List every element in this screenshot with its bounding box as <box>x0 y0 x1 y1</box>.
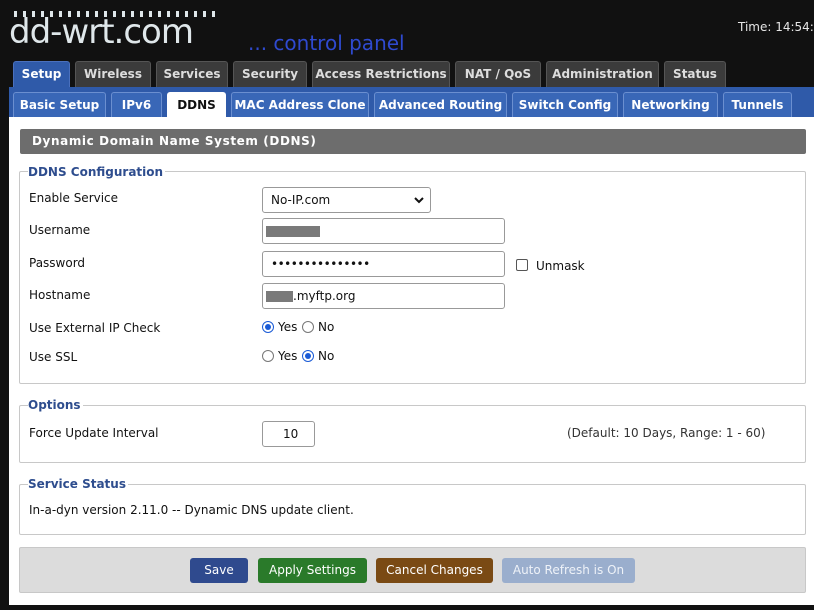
tab-administration[interactable]: Administration <box>546 61 659 88</box>
password-input[interactable]: ••••••••••••••• <box>262 251 505 277</box>
use-ssl-no-label: No <box>318 349 335 363</box>
enable-service-label: Enable Service <box>29 191 119 205</box>
subtab-basic-setup[interactable]: Basic Setup <box>13 92 106 117</box>
page-title: Dynamic Domain Name System (DDNS) <box>20 129 806 154</box>
use-ssl-label: Use SSL <box>29 350 78 364</box>
tab-setup[interactable]: Setup <box>13 61 70 88</box>
tab-wireless[interactable]: Wireless <box>75 61 151 88</box>
external-ip-yes-radio[interactable]: Yes <box>262 320 297 334</box>
username-redacted <box>266 226 320 237</box>
force-update-label: Force Update Interval <box>29 426 159 440</box>
hostname-input[interactable]: .myftp.org <box>262 283 505 309</box>
tab-nat-qos[interactable]: NAT / QoS <box>455 61 541 88</box>
service-status-legend: Service Status <box>28 477 128 491</box>
radio-unselected-icon[interactable] <box>262 350 274 362</box>
tab-security[interactable]: Security <box>233 61 307 88</box>
force-update-hint: (Default: 10 Days, Range: 1 - 60) <box>567 426 766 440</box>
apply-settings-button[interactable]: Apply Settings <box>258 558 367 583</box>
username-input[interactable] <box>262 218 505 244</box>
radio-selected-icon[interactable] <box>262 321 274 333</box>
subtab-switch-config[interactable]: Switch Config <box>512 92 618 117</box>
subtab-ipv6[interactable]: IPv6 <box>111 92 162 117</box>
chevron-down-icon <box>414 196 424 203</box>
header: dd-wrt.com ... control panel Time: 14:54… <box>0 0 814 62</box>
external-ip-no-radio[interactable]: No <box>302 320 334 334</box>
subtab-ddns[interactable]: DDNS <box>167 92 226 117</box>
hostname-redacted <box>266 291 293 302</box>
service-status-text: In-a-dyn version 2.11.0 -- Dynamic DNS u… <box>29 503 354 517</box>
enable-service-select[interactable]: No-IP.com <box>262 187 431 213</box>
external-ip-no-label: No <box>318 320 335 334</box>
time-display: Time: 14:54:3 <box>738 20 814 34</box>
subtab-networking[interactable]: Networking <box>623 92 718 117</box>
subtab-tunnels[interactable]: Tunnels <box>723 92 792 117</box>
external-ip-yes-label: Yes <box>278 320 298 334</box>
unmask-checkbox-box[interactable] <box>516 259 528 271</box>
options-legend: Options <box>28 398 83 412</box>
username-label: Username <box>29 223 91 237</box>
radio-unselected-icon[interactable] <box>302 321 314 333</box>
subtab-mac-address-clone[interactable]: MAC Address Clone <box>231 92 369 117</box>
subtab-advanced-routing[interactable]: Advanced Routing <box>374 92 507 117</box>
force-update-input[interactable]: 10 <box>262 421 315 447</box>
cancel-changes-button[interactable]: Cancel Changes <box>376 558 493 583</box>
tab-access-restrictions[interactable]: Access Restrictions <box>312 61 450 88</box>
password-label: Password <box>29 256 86 270</box>
use-ssl-yes-label: Yes <box>278 349 298 363</box>
use-ssl-yes-radio[interactable]: Yes <box>262 349 297 363</box>
radio-selected-icon[interactable] <box>302 350 314 362</box>
logo-subtitle: ... control panel <box>248 31 405 55</box>
hostname-label: Hostname <box>29 288 91 302</box>
unmask-label: Unmask <box>536 259 585 273</box>
external-ip-label: Use External IP Check <box>29 321 161 335</box>
enable-service-value: No-IP.com <box>271 193 331 207</box>
auto-refresh-button[interactable]: Auto Refresh is On <box>502 558 635 583</box>
hostname-value: .myftp.org <box>293 289 356 303</box>
logo: dd-wrt.com <box>9 12 194 52</box>
tab-status[interactable]: Status <box>664 61 726 88</box>
unmask-checkbox[interactable]: Unmask <box>516 257 585 273</box>
ddns-config-legend: DDNS Configuration <box>28 165 166 179</box>
tab-services[interactable]: Services <box>156 61 228 88</box>
use-ssl-no-radio[interactable]: No <box>302 349 334 363</box>
save-button[interactable]: Save <box>190 558 248 583</box>
